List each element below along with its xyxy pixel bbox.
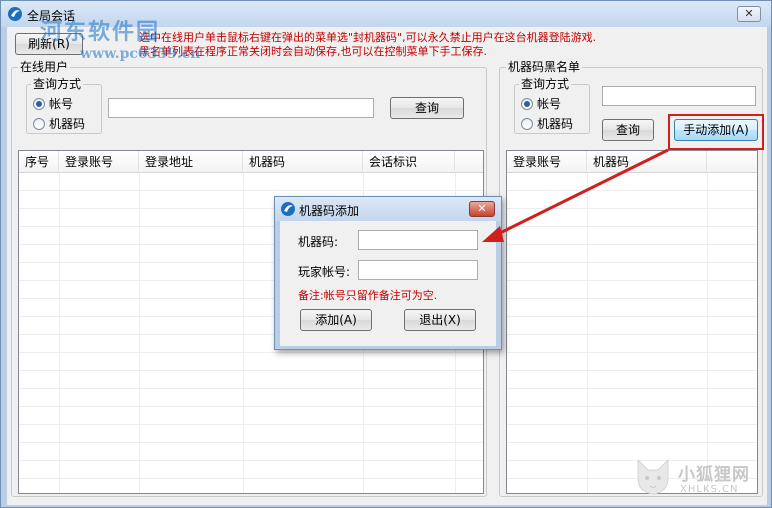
radio-unselected-icon	[521, 117, 533, 130]
grid-line	[707, 173, 708, 493]
blacklist-query-mode-title: 查询方式	[519, 77, 572, 91]
column-header-login-account[interactable]: 登录账号	[507, 151, 587, 173]
blacklist-radio-machine[interactable]: 机器码	[521, 115, 573, 132]
column-header-machine-code[interactable]: 机器码	[587, 151, 707, 173]
column-header-login-address[interactable]: 登录地址	[139, 151, 243, 173]
dialog-title-bar[interactable]: 机器码添加 ✕	[275, 197, 501, 221]
column-header-session-id[interactable]: 会话标识	[363, 151, 455, 173]
blacklist-table-body	[507, 173, 757, 493]
app-logo-icon	[281, 202, 295, 216]
window-close-button[interactable]: ✕	[737, 6, 761, 22]
column-header-index[interactable]: 序号	[19, 151, 59, 173]
site-watermark-logo: 河东软件园	[40, 19, 161, 45]
hint-line-1: 选中在线用户单击鼠标右键在弹出的菜单选"封机器码",可以永久禁止用户在这台机器登…	[139, 31, 597, 44]
blacklist-table-header: 登录账号 机器码	[507, 151, 757, 173]
online-users-title: 在线用户	[18, 60, 71, 74]
blacklist-radio-machine-label: 机器码	[537, 117, 574, 131]
grid-line	[59, 173, 60, 493]
online-users-table-header: 序号 登录账号 登录地址 机器码 会话标识	[19, 151, 483, 173]
blacklist-query-button[interactable]: 查询	[602, 119, 654, 141]
online-radio-account-label: 帐号	[49, 97, 74, 111]
column-header-login-account[interactable]: 登录账号	[59, 151, 139, 173]
fox-watermark-domain: XHLKS.CN	[680, 484, 739, 495]
blacklist-radio-account-label: 帐号	[537, 97, 562, 111]
radio-selected-icon	[521, 97, 533, 110]
machine-code-input[interactable]	[358, 230, 478, 250]
blacklist-title: 机器码黑名单	[506, 60, 583, 74]
highlight-box	[668, 114, 764, 150]
machine-code-add-dialog: 机器码添加 ✕ 机器码: 玩家帐号: 备注:帐号只留作备注可为空. 添加(A) …	[274, 196, 502, 350]
blacklist-table[interactable]: 登录账号 机器码	[506, 150, 758, 494]
online-radio-account[interactable]: 帐号	[33, 95, 73, 112]
dialog-add-button[interactable]: 添加(A)	[300, 309, 372, 331]
blacklist-query-mode-group: 查询方式 帐号 机器码	[514, 77, 590, 134]
fox-watermark-name: 小狐狸网	[678, 465, 750, 485]
blacklist-radio-account[interactable]: 帐号	[521, 95, 561, 112]
machine-code-label: 机器码:	[298, 235, 339, 249]
player-account-label: 玩家帐号:	[298, 265, 351, 279]
grid-line	[139, 173, 140, 493]
online-search-input[interactable]	[108, 98, 374, 118]
online-radio-machine-label: 机器码	[49, 117, 86, 131]
dialog-title: 机器码添加	[299, 204, 360, 218]
site-watermark-url: www.pc0359.cn	[80, 46, 201, 62]
online-radio-machine[interactable]: 机器码	[33, 115, 85, 132]
dialog-client-area: 机器码: 玩家帐号: 备注:帐号只留作备注可为空. 添加(A) 退出(X)	[280, 221, 496, 346]
dialog-note: 备注:帐号只留作备注可为空.	[298, 289, 438, 302]
blacklist-search-input[interactable]	[602, 86, 756, 106]
radio-unselected-icon	[33, 117, 45, 130]
app-logo-icon	[8, 7, 22, 21]
online-query-mode-group: 查询方式 帐号 机器码	[26, 77, 102, 134]
dialog-close-button[interactable]: ✕	[469, 201, 495, 217]
radio-selected-icon	[33, 97, 45, 110]
grid-line	[587, 173, 588, 493]
fox-watermark-icon	[637, 458, 669, 495]
dialog-exit-button[interactable]: 退出(X)	[404, 309, 476, 331]
player-account-input[interactable]	[358, 260, 478, 280]
column-header-machine-code[interactable]: 机器码	[243, 151, 363, 173]
grid-line	[243, 173, 244, 493]
online-query-mode-title: 查询方式	[31, 77, 84, 91]
online-query-button[interactable]: 查询	[390, 97, 464, 119]
